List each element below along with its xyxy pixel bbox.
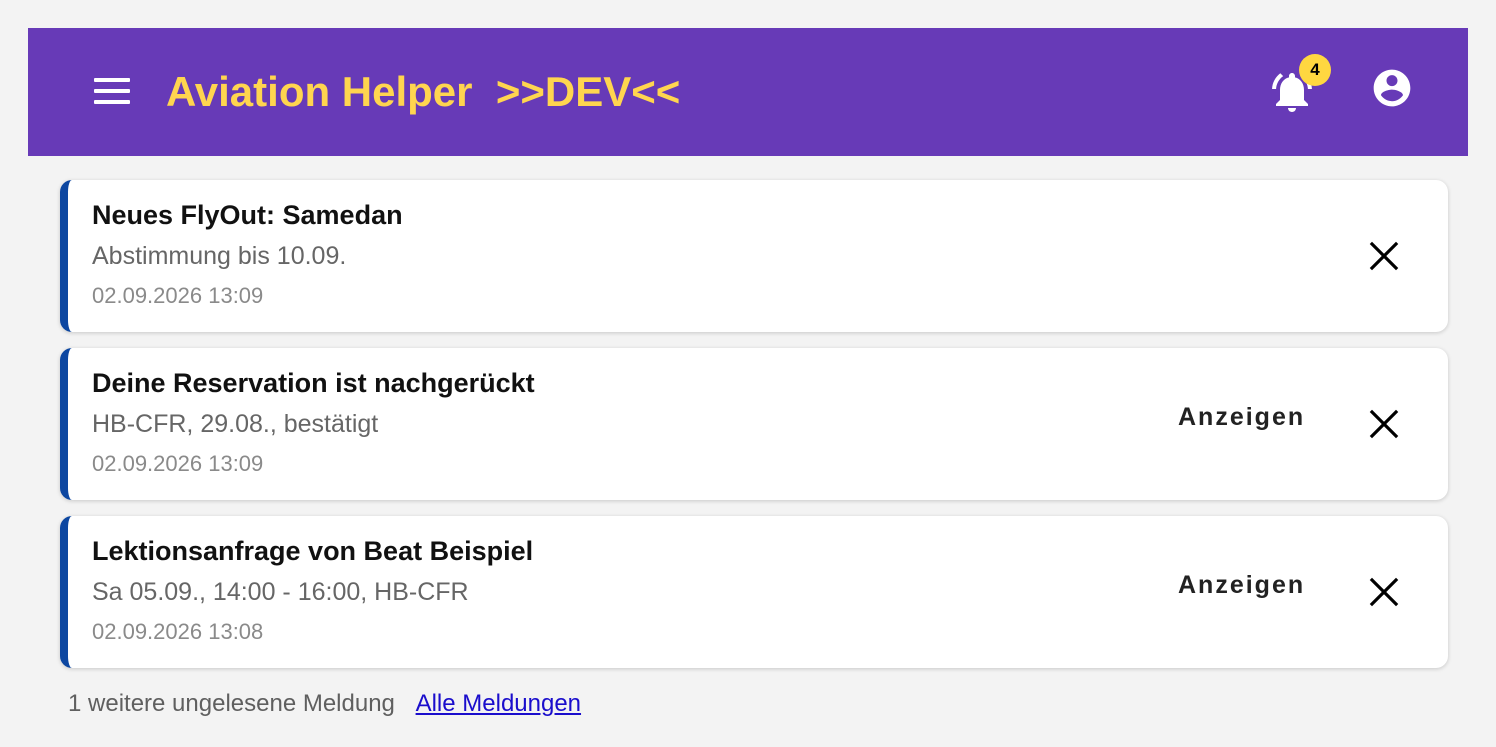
dismiss-button[interactable] xyxy=(1366,406,1402,442)
notification-subtitle: Abstimmung bis 10.09. xyxy=(92,242,347,270)
notification-title: Deine Reservation ist nachgerückt xyxy=(92,368,535,398)
notification-card: Lektionsanfrage von Beat Beispiel Sa 05.… xyxy=(60,516,1448,668)
notification-card: Deine Reservation ist nachgerückt HB-CFR… xyxy=(60,348,1448,500)
notifications-button[interactable]: 4 xyxy=(1268,54,1331,116)
close-icon xyxy=(1369,577,1399,607)
notification-title: Lektionsanfrage von Beat Beispiel xyxy=(92,536,534,566)
notification-subtitle: HB-CFR, 29.08., bestätigt xyxy=(92,410,379,438)
account-button[interactable] xyxy=(1370,66,1414,110)
notification-badge: 4 xyxy=(1299,54,1331,86)
close-icon xyxy=(1369,409,1399,439)
notification-timestamp: 02.09.2026 13:08 xyxy=(92,619,264,644)
close-icon xyxy=(1369,241,1399,271)
notification-card: Neues FlyOut: Samedan Abstimmung bis 10.… xyxy=(60,180,1448,332)
app-toolbar: Aviation Helper >>DEV<< 4 xyxy=(28,28,1468,156)
notifications-footer: 1 weitere ungelesene Meldung Alle Meldun… xyxy=(68,690,581,718)
menu-icon[interactable] xyxy=(94,78,130,104)
show-button[interactable]: Anzeigen xyxy=(1178,571,1305,600)
account-circle-icon xyxy=(1373,69,1411,107)
all-notifications-link[interactable]: Alle Meldungen xyxy=(416,690,581,717)
app-title: Aviation Helper >>DEV<< xyxy=(166,68,681,115)
dismiss-button[interactable] xyxy=(1366,238,1402,274)
notification-title: Neues FlyOut: Samedan xyxy=(92,200,403,230)
notification-subtitle: Sa 05.09., 14:00 - 16:00, HB-CFR xyxy=(92,578,469,606)
unread-count-text: 1 weitere ungelesene Meldung xyxy=(68,690,395,717)
dismiss-button[interactable] xyxy=(1366,574,1402,610)
show-button[interactable]: Anzeigen xyxy=(1178,403,1305,432)
notification-timestamp: 02.09.2026 13:09 xyxy=(92,283,264,308)
notification-timestamp: 02.09.2026 13:09 xyxy=(92,451,264,476)
